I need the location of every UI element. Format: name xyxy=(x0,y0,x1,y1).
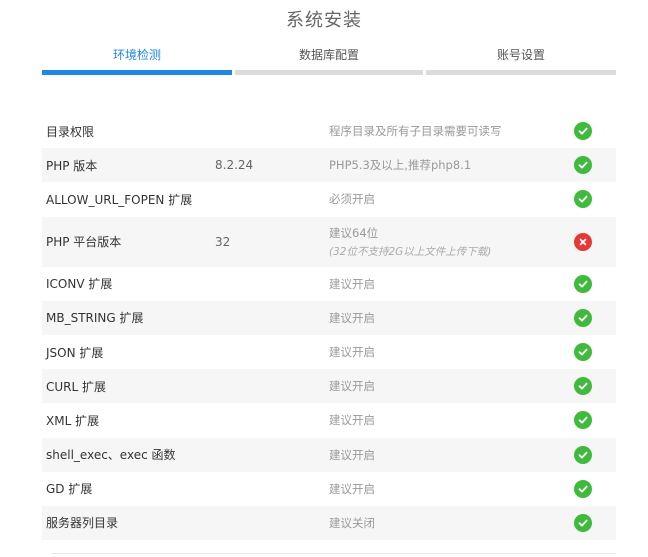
step-label: 账号设置 xyxy=(496,48,545,62)
requirement-text: 程序目录及所有子目录需要可读写 xyxy=(329,124,502,139)
check-current-value: 8.2.24 xyxy=(215,158,254,173)
step-progress-bar xyxy=(42,70,232,75)
check-name: 目录权限 xyxy=(46,124,95,139)
environment-check-table: 目录权限 程序目录及所有子目录需要可读写 PHP 版本 8.2.24 PHP5.… xyxy=(42,114,616,541)
check-ok-icon xyxy=(574,274,592,293)
check-requirement: 建议开启 xyxy=(329,438,375,472)
check-row: CURL 扩展 建议开启 xyxy=(42,369,616,404)
check-requirement: 建议开启 xyxy=(329,335,375,369)
check-name: CURL 扩展 xyxy=(46,379,107,394)
check-ok-icon xyxy=(574,156,592,175)
check-row: ALLOW_URL_FOPEN 扩展 必须开启 xyxy=(42,182,616,216)
step-environment-check[interactable]: 环境检测 xyxy=(42,44,232,76)
check-ok-icon xyxy=(574,343,592,362)
check-requirement: 建议开启 xyxy=(329,403,375,437)
check-name: 服务器列目录 xyxy=(46,516,119,531)
requirement-text: 建议开启 xyxy=(329,276,375,291)
check-name: PHP 平台版本 xyxy=(46,235,122,250)
check-row: JSON 扩展 建议开启 xyxy=(42,335,616,369)
check-requirement: 程序目录及所有子目录需要可读写 xyxy=(329,114,502,148)
check-name: MB_STRING 扩展 xyxy=(46,311,144,326)
check-ok-icon xyxy=(574,445,592,464)
check-current-value: 32 xyxy=(215,234,231,249)
check-ok-icon xyxy=(574,308,592,327)
check-name: PHP 版本 xyxy=(46,158,98,173)
check-ok-icon xyxy=(574,190,592,209)
check-ok-icon xyxy=(574,513,592,532)
check-row: 目录权限 程序目录及所有子目录需要可读写 xyxy=(42,114,616,148)
step-label: 环境检测 xyxy=(112,48,161,62)
step-progress-bar xyxy=(426,70,616,75)
check-row: GD 扩展 建议开启 xyxy=(42,472,616,506)
check-requirement: PHP5.3及以上,推荐php8.1 xyxy=(329,148,471,182)
requirement-text: 建议开启 xyxy=(329,310,375,325)
requirement-text: 必须开启 xyxy=(329,192,375,207)
page-title: 系统安装 xyxy=(286,10,362,31)
requirement-text: 建议开启 xyxy=(329,413,375,428)
requirement-text: 建议开启 xyxy=(329,447,375,462)
requirement-text: 建议开启 xyxy=(329,379,375,394)
check-requirement: 必须开启 xyxy=(329,182,375,216)
requirement-text: PHP5.3及以上,推荐php8.1 xyxy=(329,158,472,173)
check-requirement: 建议64位 (32位不支持2G以上文件上传下载) xyxy=(329,217,491,267)
requirement-text: 建议开启 xyxy=(329,481,375,496)
check-name: XML 扩展 xyxy=(46,413,100,428)
check-requirement: 建议开启 xyxy=(329,267,375,301)
check-requirement: 建议开启 xyxy=(329,472,375,506)
requirement-text: 建议关闭 xyxy=(329,515,375,530)
check-row: XML 扩展 建议开启 xyxy=(42,403,616,437)
check-requirement: 建议开启 xyxy=(329,369,375,403)
requirement-text: 建议开启 xyxy=(329,345,375,360)
check-ok-icon xyxy=(574,411,592,430)
check-ok-icon xyxy=(574,479,592,498)
step-account-settings[interactable]: 账号设置 xyxy=(426,44,616,76)
check-row: MB_STRING 扩展 建议开启 xyxy=(42,300,616,335)
check-row: PHP 平台版本 32 建议64位 (32位不支持2G以上文件上传下载) xyxy=(42,216,616,267)
check-name: JSON 扩展 xyxy=(46,345,104,360)
check-name: shell_exec、exec 函数 xyxy=(46,448,176,463)
check-requirement: 建议开启 xyxy=(329,301,375,335)
divider xyxy=(52,553,616,554)
step-database-config[interactable]: 数据库配置 xyxy=(235,44,423,76)
requirement-text: 建议64位 xyxy=(329,225,379,240)
requirement-note: (32位不支持2G以上文件上传下载) xyxy=(329,245,492,258)
check-name: ICONV 扩展 xyxy=(46,277,113,292)
check-row: 服务器列目录 建议关闭 xyxy=(42,505,616,541)
install-steps: 环境检测 数据库配置 账号设置 xyxy=(42,44,616,76)
check-row: ICONV 扩展 建议开启 xyxy=(42,267,616,301)
check-name: ALLOW_URL_FOPEN 扩展 xyxy=(46,192,193,207)
check-row: shell_exec、exec 函数 建议开启 xyxy=(42,437,616,472)
check-ok-icon xyxy=(574,122,592,141)
check-ok-icon xyxy=(574,377,592,396)
check-name: GD 扩展 xyxy=(46,482,93,497)
step-progress-bar xyxy=(235,70,423,75)
check-row: PHP 版本 8.2.24 PHP5.3及以上,推荐php8.1 xyxy=(42,148,616,183)
check-requirement: 建议关闭 xyxy=(329,506,375,540)
step-label: 数据库配置 xyxy=(298,48,359,62)
check-fail-icon xyxy=(574,232,592,251)
